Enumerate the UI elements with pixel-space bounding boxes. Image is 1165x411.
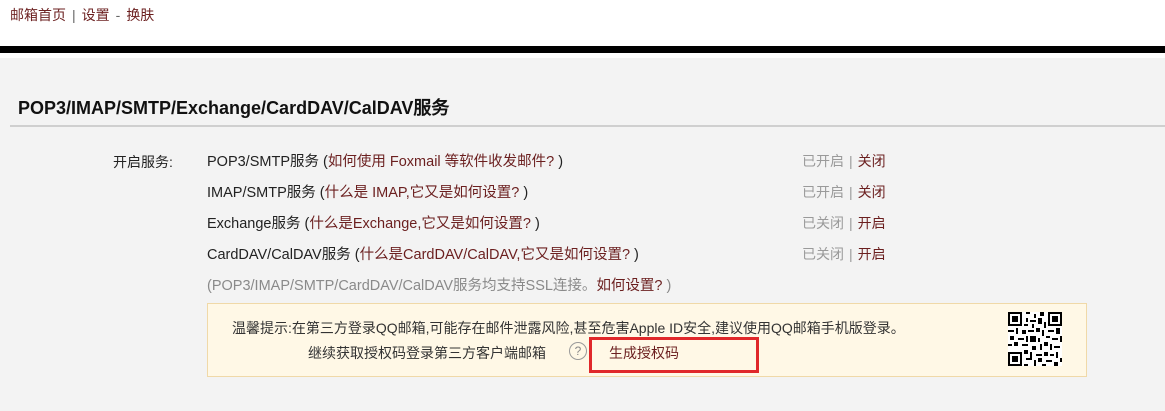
tip-continue-text: 继续获取授权码登录第三方客户端邮箱: [308, 345, 546, 361]
qr-code-icon: [1008, 312, 1062, 366]
service-name: Exchange服务: [207, 216, 301, 232]
header-divider-bar: [0, 46, 1165, 53]
status-text: 已关闭: [802, 215, 844, 231]
service-row-exchange: Exchange服务 (什么是Exchange,它又是如何设置? ): [207, 216, 540, 232]
ssl-howto-link[interactable]: 如何设置?: [596, 278, 662, 294]
mail-home-link[interactable]: 邮箱首页: [10, 7, 66, 23]
open-services-label: 开启服务:: [113, 154, 173, 170]
generate-auth-code-button[interactable]: 生成授权码: [609, 343, 679, 363]
service-help-link[interactable]: 什么是Exchange,它又是如何设置?: [309, 216, 531, 232]
service-name: CardDAV/CalDAV服务: [207, 247, 351, 263]
service-status-exchange: 已关闭 | 开启: [802, 215, 886, 231]
nav-separator: |: [72, 7, 76, 23]
nav-dash: -: [115, 7, 121, 23]
section-title: POP3/IMAP/SMTP/Exchange/CardDAV/CalDAV服务: [18, 98, 450, 118]
service-name: POP3/SMTP服务: [207, 154, 319, 170]
status-text: 已开启: [802, 153, 844, 169]
disable-imap-button[interactable]: 关闭: [858, 184, 886, 200]
ssl-note: (POP3/IMAP/SMTP/CardDAV/CalDAV服务均支持SSL连接…: [207, 278, 672, 294]
service-row-imap: IMAP/SMTP服务 (什么是 IMAP,它又是如何设置? ): [207, 185, 529, 201]
question-circle-icon[interactable]: ?: [569, 342, 587, 360]
service-name: IMAP/SMTP服务: [207, 185, 316, 201]
enable-exchange-button[interactable]: 开启: [858, 215, 886, 231]
enable-carddav-button[interactable]: 开启: [858, 246, 886, 262]
ssl-note-text: (POP3/IMAP/SMTP/CardDAV/CalDAV服务均支持SSL连接…: [207, 278, 597, 294]
service-help-link[interactable]: 如何使用 Foxmail 等软件收发邮件?: [328, 154, 554, 170]
service-help-link[interactable]: 什么是CardDAV/CalDAV,它又是如何设置?: [360, 247, 630, 263]
service-row-carddav: CardDAV/CalDAV服务 (什么是CardDAV/CalDAV,它又是如…: [207, 247, 639, 263]
status-text: 已开启: [802, 184, 844, 200]
service-help-link[interactable]: 什么是 IMAP,它又是如何设置?: [325, 185, 520, 201]
change-skin-link[interactable]: 换肤: [126, 7, 154, 23]
top-nav: 邮箱首页 | 设置 - 换肤: [10, 5, 154, 25]
service-status-pop3: 已开启 | 关闭: [802, 153, 886, 169]
tip-warning-text: 温馨提示:在第三方登录QQ邮箱,可能存在邮件泄露风险,甚至危害Apple ID安…: [232, 320, 905, 336]
section-divider: [10, 125, 1165, 127]
service-row-pop3: POP3/SMTP服务 (如何使用 Foxmail 等软件收发邮件? ): [207, 154, 564, 170]
disable-pop3-button[interactable]: 关闭: [858, 153, 886, 169]
service-status-imap: 已开启 | 关闭: [802, 184, 886, 200]
status-text: 已关闭: [802, 246, 844, 262]
settings-link[interactable]: 设置: [82, 7, 110, 23]
service-status-carddav: 已关闭 | 开启: [802, 246, 886, 262]
